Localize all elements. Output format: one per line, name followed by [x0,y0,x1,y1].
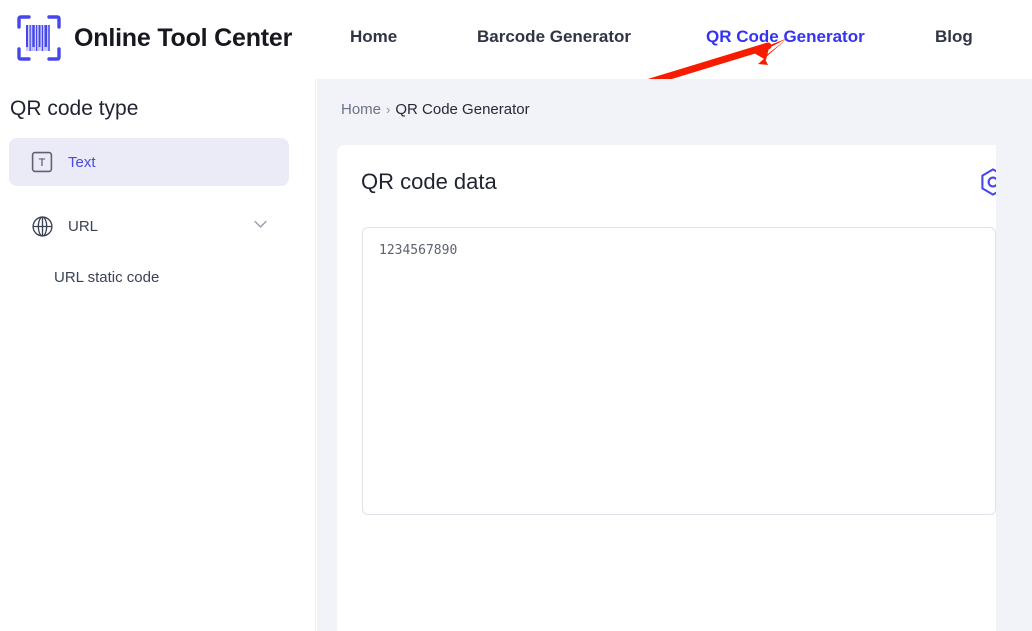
breadcrumb-separator-icon: › [386,102,391,117]
sidebar-item-text[interactable]: T Text [9,138,289,186]
sidebar-item-url[interactable]: URL [9,202,289,250]
sidebar-title: QR code type [10,97,139,120]
barcode-scanner-icon [17,15,61,61]
breadcrumb-home[interactable]: Home [341,101,381,118]
card-title: QR code data [361,169,497,194]
nav-item-qr-code-generator[interactable]: QR Code Generator [706,27,865,47]
card-header: QR code data [361,162,1008,202]
main-nav: Home Barcode Generator QR Code Generator… [330,0,1032,79]
right-gutter [996,79,1032,631]
page-root: Online Tool Center Home Barcode Generato… [0,0,1032,631]
nav-item-barcode-generator[interactable]: Barcode Generator [477,27,631,47]
site-header: Online Tool Center Home Barcode Generato… [0,0,1032,86]
content-area: Home › QR Code Generator QR code data [317,79,1032,631]
breadcrumb: Home › QR Code Generator [341,101,530,118]
sidebar-subitem-url-static-code[interactable]: URL static code [54,269,159,286]
sidebar-item-url-label: URL [68,217,99,235]
chevron-down-icon[interactable] [254,220,267,229]
sidebar-item-text-label: Text [68,153,96,171]
brand-logo-link[interactable]: Online Tool Center [16,14,292,62]
text-box-icon: T [30,150,54,174]
nav-item-home[interactable]: Home [350,27,397,47]
qr-data-card: QR code data [337,145,1032,631]
qr-code-data-input[interactable] [362,227,996,515]
svg-text:T: T [39,157,46,169]
brand-name: Online Tool Center [74,23,293,52]
sidebar: QR code type T Text URL URL static code [0,79,316,631]
breadcrumb-current: QR Code Generator [395,101,530,118]
nav-item-blog[interactable]: Blog [935,27,973,47]
globe-icon [30,214,54,238]
